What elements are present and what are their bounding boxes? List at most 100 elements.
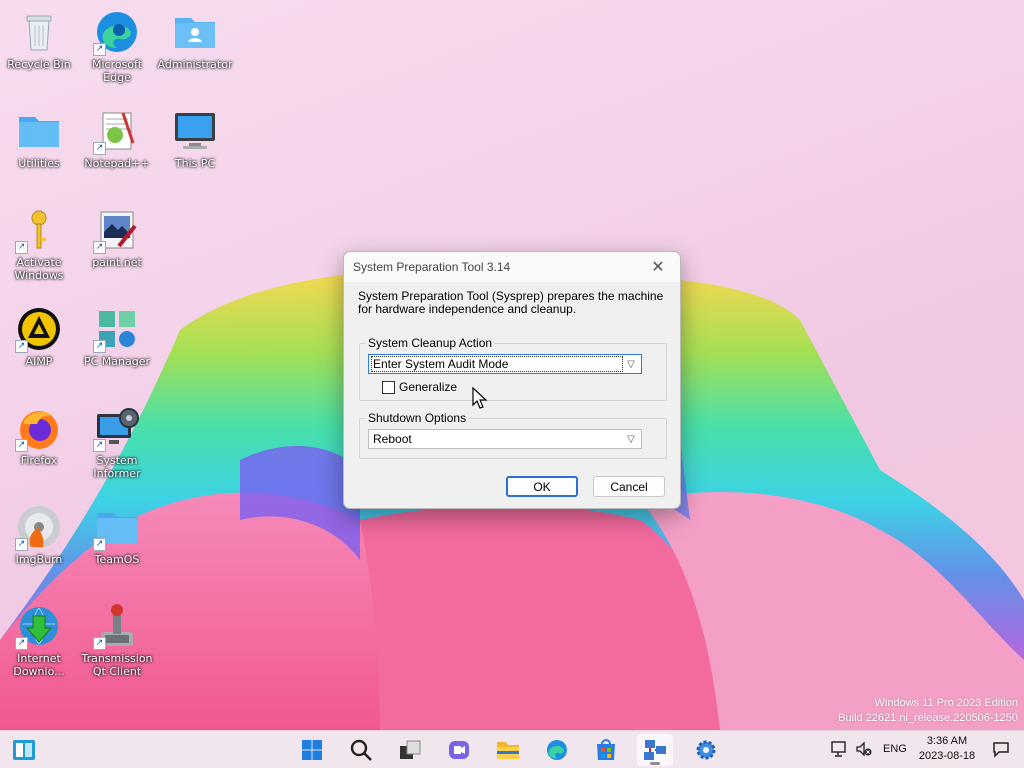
shortcut-arrow-icon: ↗ bbox=[93, 439, 106, 452]
edge-icon: ↗ bbox=[93, 8, 141, 56]
desktop-icon-utilities[interactable]: Utilities bbox=[0, 107, 78, 170]
desktop-icon-aimp[interactable]: ↗ AIMP bbox=[0, 305, 78, 368]
desktop-icon-label: PC Manager bbox=[83, 355, 151, 368]
recycle-bin-icon bbox=[15, 8, 63, 56]
desktop-icon-paintnet[interactable]: ↗ paint.net bbox=[78, 206, 156, 269]
dialog-description: System Preparation Tool (Sysprep) prepar… bbox=[358, 289, 664, 316]
desktop-icon-notepadpp[interactable]: ↗ Notepad++ bbox=[78, 107, 156, 170]
desktop-icon-teamos[interactable]: ↗ TeamOS bbox=[78, 503, 156, 566]
desktop-icon-system-informer[interactable]: ↗ System Informer bbox=[78, 404, 156, 480]
paintnet-icon: ↗ bbox=[93, 206, 141, 254]
watermark-build: Build 22621.ni_release.220506-1250 bbox=[838, 712, 1018, 724]
dialog-title: System Preparation Tool 3.14 bbox=[353, 260, 511, 274]
download-manager-icon: ↗ bbox=[15, 602, 63, 650]
watermark-edition: Windows 11 Pro 2023 Edition bbox=[874, 697, 1019, 709]
language-indicator[interactable]: ENG bbox=[883, 743, 907, 755]
desktop-icon-label: Firefox bbox=[20, 454, 58, 467]
settings-button[interactable] bbox=[688, 734, 724, 766]
file-explorer-button[interactable] bbox=[490, 734, 526, 766]
shutdown-options-label: Shutdown Options bbox=[366, 411, 469, 425]
notification-icon[interactable] bbox=[992, 740, 1010, 758]
store-button[interactable] bbox=[588, 734, 624, 766]
sysprep-taskbar-button[interactable] bbox=[637, 734, 673, 766]
desktop-icon-label: Activate Windows bbox=[14, 256, 64, 282]
desktop-icon-edge[interactable]: ↗ Microsoft Edge bbox=[78, 8, 156, 84]
shutdown-options-group: Shutdown Options Reboot ▽ bbox=[359, 411, 667, 459]
network-icon[interactable] bbox=[830, 740, 848, 758]
desktop-icon-label: Internet Downlo... bbox=[13, 652, 65, 678]
desktop-icon-label: Administrator bbox=[157, 58, 233, 71]
cleanup-action-select[interactable]: Enter System Audit Mode ▽ bbox=[368, 354, 642, 374]
desktop-icon-transmission[interactable]: ↗ Transmission Qt Client bbox=[78, 602, 156, 678]
task-view-icon bbox=[400, 740, 421, 759]
start-button[interactable] bbox=[294, 734, 330, 766]
file-explorer-icon bbox=[497, 742, 519, 759]
generalize-checkbox[interactable] bbox=[382, 380, 395, 394]
desktop-icon-imgburn[interactable]: ↗ ImgBurn bbox=[0, 503, 78, 566]
aimp-icon: ↗ bbox=[15, 305, 63, 353]
shutdown-options-value: Reboot bbox=[372, 432, 413, 446]
desktop-icon-activate-windows[interactable]: ↗ Activate Windows bbox=[0, 206, 78, 282]
cleanup-action-group: System Cleanup Action Enter System Audit… bbox=[359, 336, 667, 401]
shortcut-arrow-icon: ↗ bbox=[93, 142, 106, 155]
close-icon: ✕ bbox=[651, 259, 665, 276]
sysprep-icon bbox=[644, 740, 666, 760]
desktop-icon-label: Utilities bbox=[18, 157, 60, 170]
clock[interactable]: 3:36 AM 2023-08-18 bbox=[915, 734, 979, 764]
start-icon bbox=[302, 740, 322, 760]
close-button[interactable]: ✕ bbox=[642, 256, 674, 278]
user-folder-icon bbox=[171, 8, 219, 56]
widgets-icon bbox=[13, 740, 35, 760]
desktop-icon-recycle-bin[interactable]: Recycle Bin bbox=[0, 8, 78, 71]
desktop-icon-this-pc[interactable]: This PC bbox=[156, 107, 234, 170]
generalize-label: Generalize bbox=[399, 380, 458, 394]
desktop-icon-label: AIMP bbox=[25, 355, 53, 368]
taskbar: ENG 3:36 AM 2023-08-18 bbox=[0, 730, 1024, 768]
desktop-icon-firefox[interactable]: ↗ Firefox bbox=[0, 404, 78, 467]
notepadpp-icon: ↗ bbox=[93, 107, 141, 155]
widgets-button[interactable] bbox=[6, 734, 42, 766]
search-icon bbox=[350, 739, 372, 761]
dialog-titlebar[interactable]: System Preparation Tool 3.14 bbox=[344, 252, 680, 282]
search-button[interactable] bbox=[343, 734, 379, 766]
shortcut-arrow-icon: ↗ bbox=[93, 241, 106, 254]
mouse-cursor-icon bbox=[472, 386, 488, 409]
cancel-button[interactable]: Cancel bbox=[593, 476, 665, 497]
desktop-icon-label: Recycle Bin bbox=[7, 58, 71, 71]
clock-date: 2023-08-18 bbox=[918, 750, 976, 762]
running-indicator bbox=[650, 762, 660, 765]
desktop-icon-pc-manager[interactable]: ↗ PC Manager bbox=[78, 305, 156, 368]
task-view-button[interactable] bbox=[392, 734, 428, 766]
desktop-icon-label: Microsoft Edge bbox=[91, 58, 143, 84]
store-icon bbox=[597, 739, 615, 760]
shutdown-options-select[interactable]: Reboot ▽ bbox=[368, 429, 642, 449]
cleanup-action-value: Enter System Audit Mode bbox=[371, 356, 623, 372]
shortcut-arrow-icon: ↗ bbox=[15, 538, 28, 551]
folder-icon: ↗ bbox=[93, 503, 141, 551]
chat-button[interactable] bbox=[441, 734, 477, 766]
cleanup-action-label: System Cleanup Action bbox=[366, 336, 495, 350]
shortcut-arrow-icon: ↗ bbox=[93, 340, 106, 353]
shortcut-arrow-icon: ↗ bbox=[15, 637, 28, 650]
shortcut-arrow-icon: ↗ bbox=[15, 241, 28, 254]
desktop-icon-label: Notepad++ bbox=[84, 157, 150, 170]
ok-button[interactable]: OK bbox=[506, 476, 578, 497]
desktop-icon-administrator[interactable]: Administrator bbox=[156, 8, 234, 71]
build-watermark: Windows 11 Pro 2023 Edition Build 22621.… bbox=[838, 696, 1018, 726]
shortcut-arrow-icon: ↗ bbox=[15, 439, 28, 452]
generalize-option[interactable]: Generalize bbox=[382, 380, 457, 394]
key-icon: ↗ bbox=[15, 206, 63, 254]
sysprep-dialog: System Preparation Tool 3.14 ✕ System Pr… bbox=[343, 251, 681, 509]
edge-button[interactable] bbox=[539, 734, 575, 766]
edge-icon bbox=[547, 740, 567, 760]
shortcut-arrow-icon: ↗ bbox=[93, 637, 106, 650]
desktop-icon-label: paint.net bbox=[92, 256, 142, 269]
chevron-down-icon: ▽ bbox=[627, 358, 635, 370]
transmission-icon: ↗ bbox=[93, 602, 141, 650]
desktop-icon-label: System Informer bbox=[93, 454, 141, 480]
shortcut-arrow-icon: ↗ bbox=[93, 538, 106, 551]
shortcut-arrow-icon: ↗ bbox=[15, 340, 28, 353]
desktop-icon-label: Transmission Qt Client bbox=[81, 652, 153, 678]
desktop-icon-internet-download-manager[interactable]: ↗ Internet Downlo... bbox=[0, 602, 78, 678]
volume-muted-icon[interactable] bbox=[855, 740, 873, 758]
